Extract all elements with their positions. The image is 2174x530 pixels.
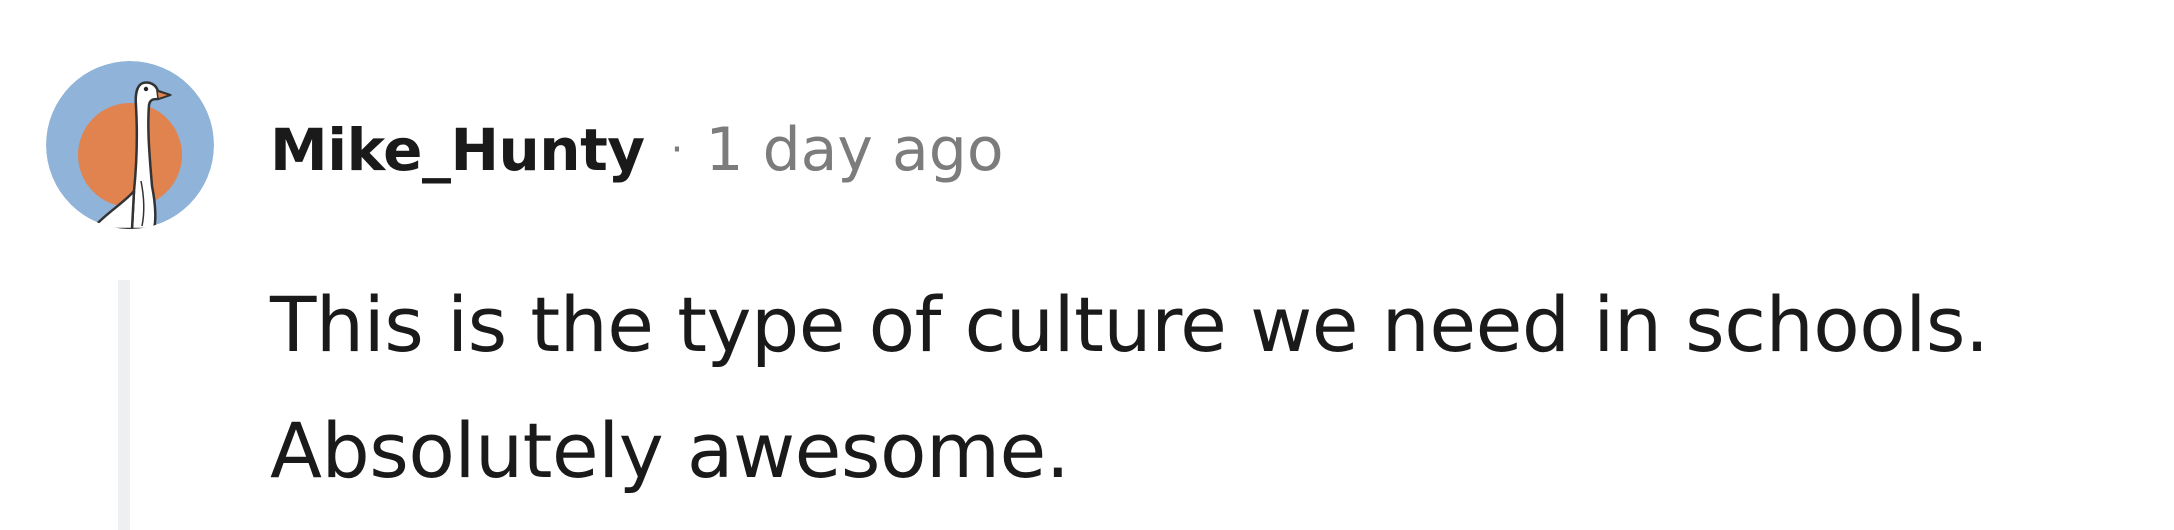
comment-body: This is the type of culture we need in s…: [270, 262, 2150, 514]
avatar[interactable]: [46, 61, 214, 229]
comment-meta: Mike_Hunty · 1 day ago: [270, 108, 1004, 192]
goose-icon: [46, 61, 214, 229]
thread-collapse-line[interactable]: [118, 280, 130, 530]
username-link[interactable]: Mike_Hunty: [270, 116, 645, 184]
comment-body-line: Absolutely awesome.: [270, 406, 1070, 495]
timestamp-link[interactable]: 1 day ago: [705, 115, 1003, 185]
comment: Mike_Hunty · 1 day ago This is the type …: [0, 0, 2174, 530]
meta-separator: ·: [670, 127, 684, 173]
comment-body-line: This is the type of culture we need in s…: [270, 280, 1989, 369]
